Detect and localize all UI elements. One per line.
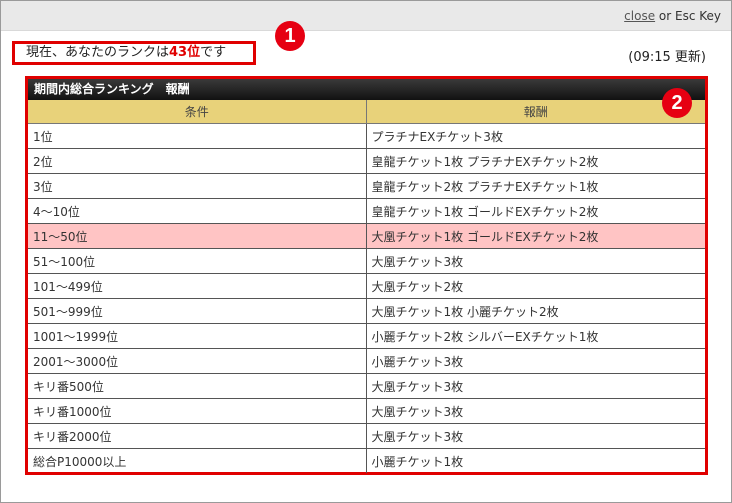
reward-cell: 小麗チケット2枚 シルバーEXチケット1枚 bbox=[366, 323, 705, 349]
reward-cell: 大凰チケット2枚 bbox=[366, 273, 705, 299]
table-title: 期間内総合ランキング 報酬 bbox=[28, 79, 705, 100]
dialog-frame: close or Esc Key 現在、あなたのランクは43位です 1 (09:… bbox=[0, 0, 732, 503]
condition-cell: キリ番1000位 bbox=[28, 398, 367, 424]
close-link[interactable]: close bbox=[624, 9, 655, 23]
condition-cell: 1001～1999位 bbox=[28, 323, 367, 349]
table-row: 101～499位 大凰チケット2枚 bbox=[28, 273, 705, 299]
column-header-reward: 報酬 bbox=[366, 100, 705, 124]
table-row: 11～50位 大凰チケット1枚 ゴールドEXチケット2枚 bbox=[28, 223, 705, 249]
dialog-topbar: close or Esc Key bbox=[1, 1, 731, 31]
table-row: 総合P10000以上 小麗チケット1枚 bbox=[28, 448, 705, 473]
reward-cell: 小麗チケット3枚 bbox=[366, 348, 705, 374]
table-row: キリ番500位 大凰チケット3枚 bbox=[28, 373, 705, 399]
reward-cell: 小麗チケット1枚 bbox=[371, 454, 464, 469]
condition-cell: 11～50位 bbox=[28, 223, 367, 249]
rank-suffix: です bbox=[200, 45, 227, 60]
ranking-reward-section: 期間内総合ランキング 報酬 条件 報酬 1位 プラチナEXチケット3枚 2位 皇龍チケ… bbox=[25, 76, 708, 475]
close-hint: or Esc Key bbox=[655, 9, 721, 23]
callout-badge-2: 2 bbox=[662, 88, 692, 118]
reward-cell: 大凰チケット3枚 bbox=[366, 373, 705, 399]
table-row: 2位 皇龍チケット1枚 プラチナEXチケット2枚 bbox=[28, 148, 705, 174]
condition-cell: 総合P10000以上 bbox=[28, 448, 367, 473]
condition-cell: 2位 bbox=[28, 148, 367, 174]
table-row: 501～999位 大凰チケット1枚 小麗チケット2枚 bbox=[28, 298, 705, 324]
callout-badge-1: 1 bbox=[275, 21, 305, 51]
condition-cell: 3位 bbox=[28, 173, 367, 199]
reward-cell: 大凰チケット3枚 bbox=[366, 248, 705, 274]
condition-cell: 2001～3000位 bbox=[28, 348, 367, 374]
close-area: close or Esc Key bbox=[624, 9, 721, 23]
table-row: 1001～1999位 小麗チケット2枚 シルバーEXチケット1枚 bbox=[28, 323, 705, 349]
table-row: キリ番1000位 大凰チケット3枚 bbox=[28, 398, 705, 424]
condition-cell: 51～100位 bbox=[28, 248, 367, 274]
condition-cell: 1位 bbox=[28, 123, 367, 149]
column-header-condition: 条件 bbox=[28, 100, 367, 124]
reward-cell: プラチナEXチケット3枚 bbox=[366, 123, 705, 149]
update-time: (09:15 更新) bbox=[628, 50, 706, 65]
reward-cell: 大凰チケット3枚 bbox=[366, 398, 705, 424]
condition-cell: キリ番500位 bbox=[28, 373, 367, 399]
reward-cell: 大凰チケット1枚 小麗チケット2枚 bbox=[366, 298, 705, 324]
table-header-row: 条件 報酬 bbox=[28, 100, 705, 124]
condition-cell: 4～10位 bbox=[28, 198, 367, 224]
rank-value: 43位 bbox=[169, 45, 201, 60]
current-rank-box: 現在、あなたのランクは43位です bbox=[12, 41, 256, 65]
ranking-reward-table: 条件 報酬 1位 プラチナEXチケット3枚 2位 皇龍チケット1枚 プラチナEXチケッ… bbox=[28, 100, 705, 473]
table-row: 1位 プラチナEXチケット3枚 bbox=[28, 123, 705, 149]
table-row: キリ番2000位 大凰チケット3枚 bbox=[28, 423, 705, 449]
condition-cell: 501～999位 bbox=[28, 298, 367, 324]
reward-cell: 大凰チケット3枚 bbox=[366, 423, 705, 449]
reward-cell: 皇龍チケット1枚 ゴールドEXチケット2枚 bbox=[366, 198, 705, 224]
reward-cell: 大凰チケット1枚 ゴールドEXチケット2枚 bbox=[366, 223, 705, 249]
table-row: 51～100位 大凰チケット3枚 bbox=[28, 248, 705, 274]
condition-cell: キリ番2000位 bbox=[28, 423, 367, 449]
reward-cell: 皇龍チケット1枚 プラチナEXチケット2枚 bbox=[366, 148, 705, 174]
reward-cell: 皇龍チケット2枚 プラチナEXチケット1枚 bbox=[366, 173, 705, 199]
rank-prefix: 現在、あなたのランクは bbox=[26, 45, 170, 60]
table-row: 4～10位 皇龍チケット1枚 ゴールドEXチケット2枚 bbox=[28, 198, 705, 224]
table-row: 3位 皇龍チケット2枚 プラチナEXチケット1枚 bbox=[28, 173, 705, 199]
condition-cell: 101～499位 bbox=[28, 273, 367, 299]
table-row: 2001～3000位 小麗チケット3枚 bbox=[28, 348, 705, 374]
